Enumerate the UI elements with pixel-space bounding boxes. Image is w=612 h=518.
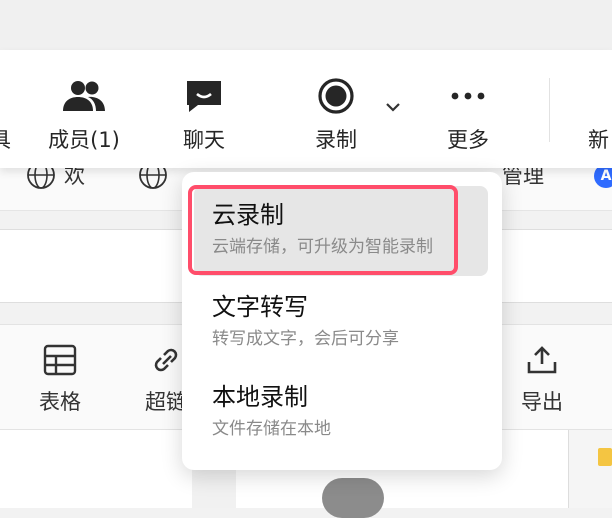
menu-item-title: 本地录制 — [212, 383, 308, 411]
chevron-down-icon — [386, 103, 400, 112]
meeting-toolbar: 具 成员(1) 聊天 录制 更多 新 — [0, 50, 612, 168]
toolbar-divider — [549, 78, 550, 142]
chat-icon — [187, 81, 221, 112]
expand-pill-button[interactable] — [322, 478, 384, 518]
chat-button[interactable]: 聊天 — [154, 76, 254, 154]
menu-item-title: 云录制 — [212, 201, 284, 229]
menu-item-title: 文字转写 — [212, 293, 308, 321]
menu-item-transcribe[interactable]: 文字转写 转写成文字，会后可分享 — [194, 278, 488, 368]
export-icon — [527, 346, 557, 374]
menu-item-cloud-record[interactable]: 云录制 云端存储，可升级为智能录制 — [194, 186, 488, 276]
window-top-strip — [0, 0, 612, 50]
app-badge-letter: A — [600, 168, 612, 184]
toolbar-item-partial-label: 具 — [0, 128, 11, 152]
members-button[interactable]: 成员(1) — [34, 76, 134, 154]
menu-item-subtitle: 文件存储在本地 — [212, 419, 331, 439]
right-side-panel — [568, 430, 612, 508]
record-button[interactable]: 录制 — [286, 76, 386, 154]
export-label: 导出 — [521, 390, 563, 414]
menu-item-local-record[interactable]: 本地录制 文件存储在本地 — [194, 368, 488, 458]
export-button[interactable]: 导出 — [512, 344, 572, 416]
link-icon — [154, 348, 178, 372]
more-icon — [451, 92, 485, 100]
insert-table-button[interactable]: 表格 — [30, 344, 90, 416]
record-icon — [318, 78, 354, 114]
more-label: 更多 — [447, 128, 489, 152]
record-options-chevron[interactable] — [382, 96, 404, 118]
menu-item-subtitle: 转写成文字，会后可分享 — [212, 329, 399, 349]
new-button-partial-label[interactable]: 新 — [588, 124, 609, 154]
chat-label: 聊天 — [183, 128, 225, 152]
members-label: 成员(1) — [48, 128, 120, 152]
record-label: 录制 — [315, 128, 357, 152]
menu-item-subtitle: 云端存储，可升级为智能录制 — [212, 237, 433, 257]
members-icon — [63, 81, 105, 111]
more-button[interactable]: 更多 — [418, 76, 518, 154]
record-dropdown-menu: 云录制 云端存储，可升级为智能录制 文字转写 转写成文字，会后可分享 本地录制 … — [182, 172, 502, 470]
folder-icon — [598, 448, 612, 466]
insert-table-label: 表格 — [39, 390, 81, 414]
table-icon — [43, 344, 77, 376]
